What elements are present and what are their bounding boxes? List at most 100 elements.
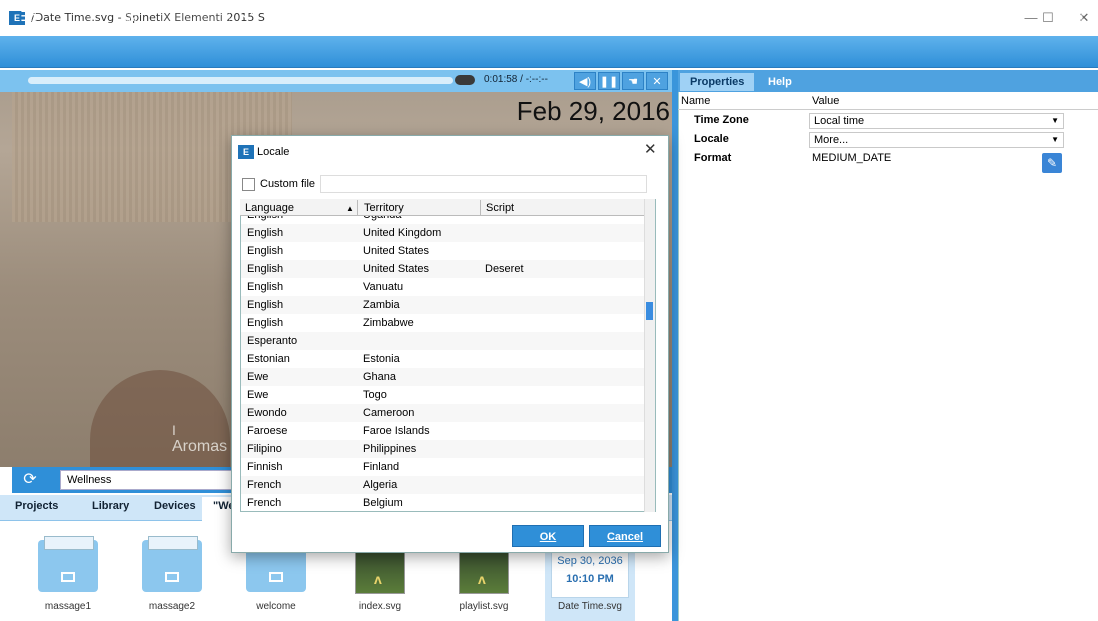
tab-help[interactable]: Help: [758, 73, 802, 91]
tab-projects[interactable]: Projects: [15, 500, 58, 512]
locale-row[interactable]: English Zimbabwe: [241, 314, 644, 332]
dropdown-arrow-icon: ▼: [1051, 116, 1059, 125]
new-document-icon[interactable]: 🗋▾: [70, 5, 106, 27]
folder-icon: [142, 536, 202, 592]
volume-icon[interactable]: ◀): [574, 72, 596, 90]
format-value[interactable]: MEDIUM_DATE: [812, 152, 891, 164]
tab-properties[interactable]: Properties: [680, 73, 755, 91]
ok-label: OK: [539, 531, 557, 543]
list-scrollbar[interactable]: [644, 199, 655, 512]
locale-language: Finnish: [247, 461, 283, 473]
undo-icon[interactable]: ↶: [237, 5, 259, 27]
cancel-label: Cancel: [606, 531, 644, 543]
file-item-massage1[interactable]: massage1: [23, 530, 113, 620]
dialog-title: Locale: [257, 146, 290, 158]
locale-territory: Philippines: [363, 443, 417, 455]
file-label: playlist.svg: [459, 601, 509, 612]
locale-language: Ewe: [247, 389, 269, 401]
thumbnail-time: 10:10 PM: [566, 573, 614, 585]
font-family-dropdown: [493, 8, 573, 24]
locale-rows: English Uganda English United Kingdom Englis…: [241, 212, 644, 512]
column-language[interactable]: Language: [245, 202, 294, 214]
locale-territory: United States: [363, 245, 430, 257]
column-value: Value: [812, 95, 840, 107]
playback-progress[interactable]: [28, 77, 453, 84]
property-name: Time Zone: [694, 114, 749, 126]
refresh-icon[interactable]: ⟳: [12, 469, 48, 491]
save-icon[interactable]: 🖫: [120, 5, 142, 27]
pencil-icon[interactable]: ✎: [1042, 153, 1062, 173]
locale-row[interactable]: English United States Deseret: [241, 260, 644, 278]
pause-icon[interactable]: ❚❚: [598, 72, 620, 90]
locale-row[interactable]: French Belgium: [241, 494, 644, 512]
locale-territory: United Kingdom: [363, 227, 442, 239]
scrollbar-thumb[interactable]: [646, 302, 653, 320]
locale-territory: Togo: [363, 389, 387, 401]
app-logo-icon: E: [238, 145, 254, 159]
locale-row[interactable]: English United States: [241, 242, 644, 260]
locale-row[interactable]: Esperanto: [241, 332, 644, 350]
progress-handle[interactable]: [455, 75, 475, 85]
column-name: Name: [681, 95, 711, 107]
overlay-text-line2: Aromas: [172, 438, 228, 455]
locale-language: Ewe: [247, 371, 269, 383]
locale-select[interactable]: More... ▼: [809, 132, 1064, 148]
locale-row[interactable]: Filipino Philippines: [241, 440, 644, 458]
datetime-thumbnail[interactable]: Sep 30, 2036 10:10 PM: [551, 550, 629, 598]
tab-library[interactable]: Library: [92, 500, 129, 512]
hand-icon[interactable]: ☚: [622, 72, 644, 90]
column-separator: [480, 200, 481, 215]
column-script[interactable]: Script: [486, 202, 514, 214]
font-size-dropdown: [580, 8, 620, 24]
custom-file-label: Custom file: [260, 178, 316, 190]
locale-territory: Finland: [363, 461, 400, 473]
locale-row[interactable]: Ewe Ghana: [241, 368, 644, 386]
main-toolbar: [0, 36, 1098, 68]
file-item-massage2[interactable]: massage2: [127, 530, 217, 620]
close-icon[interactable]: ✕: [644, 140, 657, 158]
cancel-button[interactable]: Cancel: [589, 525, 661, 547]
locale-language: English: [247, 281, 284, 293]
locale-territory: Faroe Islands: [363, 425, 430, 437]
ok-button[interactable]: OK: [512, 525, 584, 547]
publish-icon[interactable]: ▣: [1066, 5, 1088, 27]
locale-territory: Zambia: [363, 299, 400, 311]
file-label: index.svg: [358, 601, 402, 612]
text-format-group: [626, 8, 756, 24]
locale-territory: Algeria: [363, 479, 398, 491]
locale-territory: United States: [363, 263, 430, 275]
menu-icon[interactable]: ☰▾: [12, 5, 48, 27]
locale-script: Deseret: [485, 263, 524, 275]
thumbnail-date: Sep 30, 2036: [557, 555, 623, 567]
stop-preview-icon[interactable]: ✕: [646, 72, 668, 90]
column-territory[interactable]: Territory: [364, 202, 404, 214]
date-overlay-text: Feb 29, 2016: [516, 96, 670, 126]
property-name: Format: [694, 152, 732, 164]
locale-row[interactable]: English Vanuatu: [241, 278, 644, 296]
locale-row[interactable]: Finnish Finland: [241, 458, 644, 476]
locale-row[interactable]: English Zambia: [241, 296, 644, 314]
locale-row[interactable]: Ewondo Cameroon: [241, 404, 644, 422]
overlay-text-line1: I: [172, 422, 176, 438]
file-label: massage2: [148, 601, 196, 612]
locale-row[interactable]: French Algeria: [241, 476, 644, 494]
file-label: massage1: [44, 601, 92, 612]
custom-file-input[interactable]: [320, 175, 647, 193]
locale-row[interactable]: Faroese Faroe Islands: [241, 422, 644, 440]
dropdown-arrow-icon: ▼: [1051, 135, 1059, 144]
locale-language: Filipino: [247, 443, 282, 455]
locale-language: English: [247, 227, 284, 239]
properties-header: [678, 92, 1098, 110]
locale-row[interactable]: English United Kingdom: [241, 224, 644, 242]
custom-file-checkbox[interactable]: [242, 178, 255, 191]
tab-devices[interactable]: Devices: [154, 500, 196, 512]
locale-language: French: [247, 497, 282, 509]
locale-language: Ewondo: [247, 407, 287, 419]
property-value: Local time: [814, 115, 865, 127]
timezone-select[interactable]: Local time ▼: [809, 113, 1064, 129]
file-label: welcome: [256, 601, 296, 612]
locale-row[interactable]: Ewe Togo: [241, 386, 644, 404]
locale-row[interactable]: Estonian Estonia: [241, 350, 644, 368]
locale-territory: Cameroon: [363, 407, 415, 419]
sort-ascending-icon: ▲: [346, 204, 354, 213]
